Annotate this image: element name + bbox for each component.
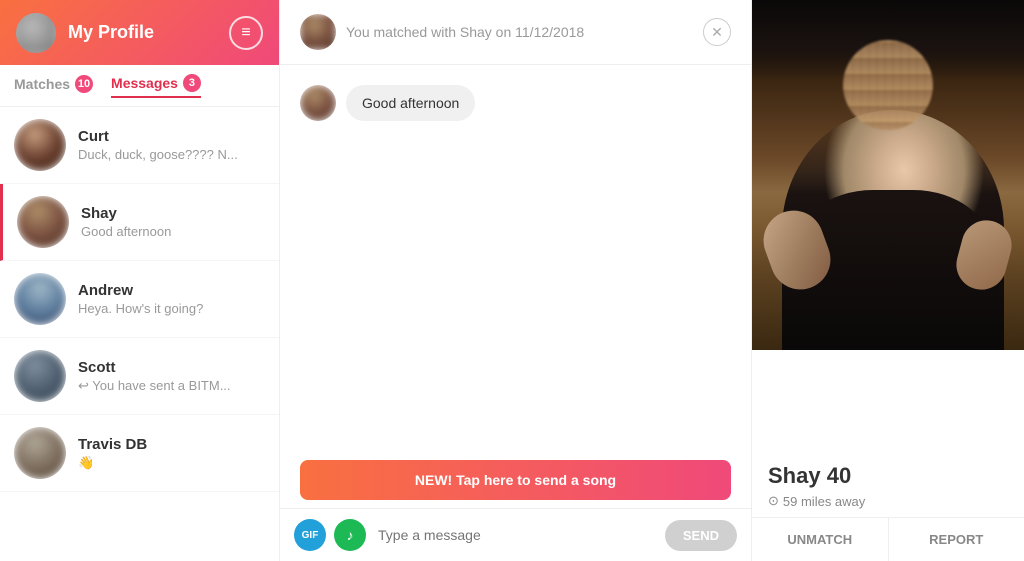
chat-input-row: GIF ♪ SEND bbox=[280, 508, 751, 561]
unmatch-button[interactable]: UNMATCH bbox=[752, 518, 889, 561]
message-input[interactable] bbox=[374, 521, 657, 549]
profile-name-age: Shay 40 bbox=[768, 463, 1008, 489]
match-info: Travis DB 👋 bbox=[78, 436, 265, 471]
chat-area: You matched with Shay on 11/12/2018 ✕ Go… bbox=[280, 0, 752, 561]
chat-messages: Good afternoon bbox=[280, 65, 751, 460]
send-button[interactable]: SEND bbox=[665, 520, 737, 551]
profile-name: Shay bbox=[768, 463, 821, 488]
gif-button[interactable]: GIF bbox=[294, 519, 326, 551]
match-info: Curt Duck, duck, goose???? N... bbox=[78, 128, 265, 162]
messages-badge: 3 bbox=[183, 74, 201, 92]
message-row: Good afternoon bbox=[300, 85, 731, 121]
tab-messages[interactable]: Messages 3 bbox=[111, 74, 201, 98]
chat-header: You matched with Shay on 11/12/2018 ✕ bbox=[280, 0, 751, 65]
report-button[interactable]: REPORT bbox=[889, 518, 1024, 561]
avatar bbox=[14, 427, 66, 479]
avatar bbox=[14, 273, 66, 325]
tab-matches[interactable]: Matches 10 bbox=[14, 75, 93, 97]
match-preview: Good afternoon bbox=[81, 224, 265, 239]
match-info: Shay Good afternoon bbox=[81, 205, 265, 239]
match-name: Andrew bbox=[78, 282, 265, 299]
chat-avatar bbox=[300, 14, 336, 50]
match-preview: 👋 bbox=[78, 455, 265, 471]
profile-title: My Profile bbox=[68, 22, 217, 43]
match-name: Scott bbox=[78, 359, 265, 376]
distance-text: 59 miles away bbox=[783, 494, 865, 509]
profile-actions: UNMATCH REPORT bbox=[752, 517, 1024, 561]
avatar bbox=[17, 196, 69, 248]
list-item[interactable]: Scott ↩ You have sent a BITM... bbox=[0, 338, 279, 415]
location-icon: ⊙ bbox=[768, 493, 779, 509]
avatar bbox=[14, 350, 66, 402]
profile-photo bbox=[752, 0, 1024, 451]
tabs: Matches 10 Messages 3 bbox=[0, 65, 279, 107]
match-info: Andrew Heya. How's it going? bbox=[78, 282, 265, 316]
avatar bbox=[16, 13, 56, 53]
list-item[interactable]: Shay Good afternoon bbox=[0, 184, 279, 261]
menu-icon: ≡ bbox=[241, 24, 250, 42]
profile-header: My Profile ≡ bbox=[0, 0, 279, 65]
profile-panel: Shay 40 ⊙ 59 miles away UNMATCH REPORT bbox=[752, 0, 1024, 561]
match-info: Scott ↩ You have sent a BITM... bbox=[78, 359, 265, 394]
message-bubble: Good afternoon bbox=[346, 85, 475, 121]
profile-info: Shay 40 ⊙ 59 miles away bbox=[752, 451, 1024, 517]
list-item[interactable]: Travis DB 👋 bbox=[0, 415, 279, 492]
close-chat-button[interactable]: ✕ bbox=[703, 18, 731, 46]
match-preview: Duck, duck, goose???? N... bbox=[78, 147, 265, 162]
match-preview: Heya. How's it going? bbox=[78, 301, 265, 316]
chat-match-info: You matched with Shay on 11/12/2018 bbox=[346, 24, 584, 40]
sidebar: My Profile ≡ Matches 10 Messages 3 Curt … bbox=[0, 0, 280, 561]
match-name: Curt bbox=[78, 128, 265, 145]
profile-age: 40 bbox=[827, 463, 851, 488]
avatar bbox=[14, 119, 66, 171]
match-preview: ↩ You have sent a BITM... bbox=[78, 378, 265, 394]
avatar bbox=[300, 85, 336, 121]
profile-menu-button[interactable]: ≡ bbox=[229, 16, 263, 50]
matches-list: Curt Duck, duck, goose???? N... Shay Goo… bbox=[0, 107, 279, 561]
gif-icon: GIF bbox=[302, 530, 319, 541]
matches-badge: 10 bbox=[75, 75, 93, 93]
list-item[interactable]: Andrew Heya. How's it going? bbox=[0, 261, 279, 338]
list-item[interactable]: Curt Duck, duck, goose???? N... bbox=[0, 107, 279, 184]
chat-header-content: You matched with Shay on 11/12/2018 bbox=[300, 14, 584, 50]
match-name: Shay bbox=[81, 205, 265, 222]
music-icon: ♪ bbox=[347, 527, 354, 543]
profile-distance: ⊙ 59 miles away bbox=[768, 493, 1008, 509]
music-button[interactable]: ♪ bbox=[334, 519, 366, 551]
profile-image bbox=[752, 0, 1024, 350]
match-name: Travis DB bbox=[78, 436, 265, 453]
close-icon: ✕ bbox=[711, 24, 723, 41]
song-banner-button[interactable]: NEW! Tap here to send a song bbox=[300, 460, 731, 500]
